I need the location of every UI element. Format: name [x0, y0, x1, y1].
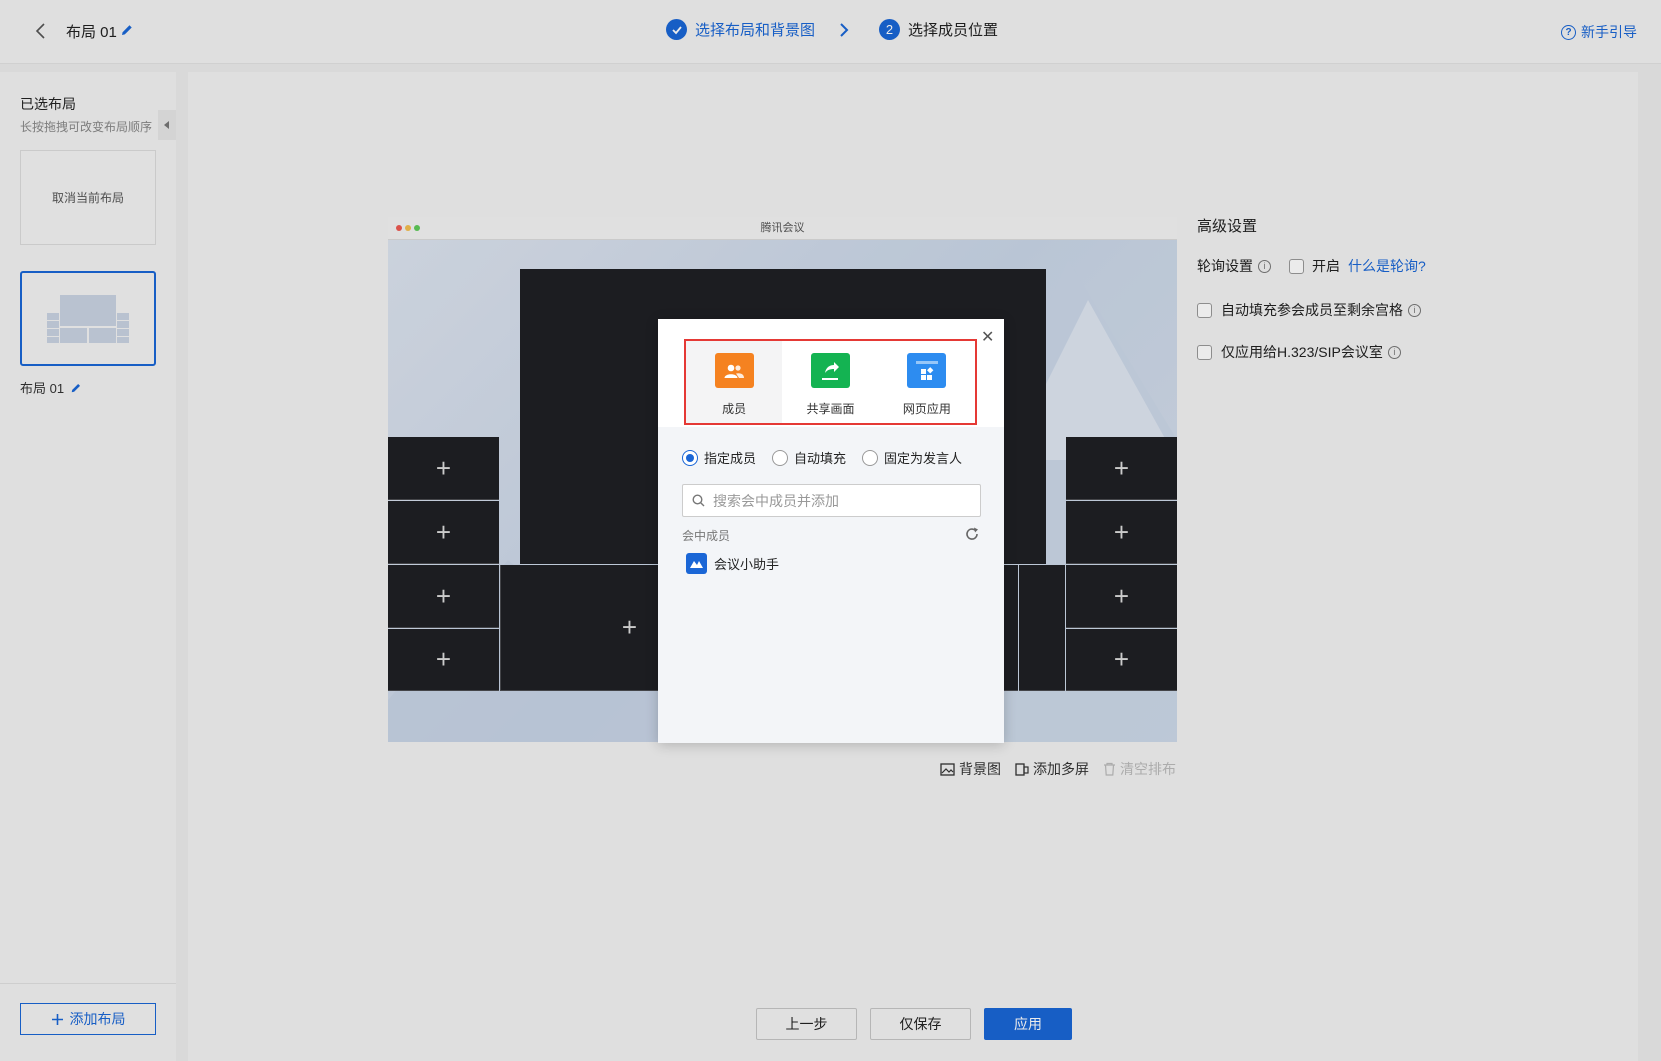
radio-unselected[interactable] [862, 449, 879, 466]
mode-label: 自动填充 [794, 451, 847, 466]
avatar [686, 553, 707, 574]
share-screen-icon [810, 353, 850, 388]
mode-label: 固定为发言人 [884, 451, 963, 466]
tab-members-label: 成员 [722, 402, 747, 416]
tab-web-app-label: 网页应用 [902, 402, 951, 416]
member-list-item[interactable]: 会议小助手 [686, 553, 779, 574]
tab-web-app[interactable]: 网页应用 [879, 341, 975, 423]
fill-mode-options: 指定成员 自动填充 固定为发言人 [682, 448, 962, 467]
close-icon[interactable]: ✕ [981, 327, 994, 347]
mode-auto-fill[interactable]: 自动填充 [772, 448, 846, 467]
refresh-icon[interactable] [964, 526, 980, 542]
members-icon [714, 353, 754, 388]
web-app-icon [907, 353, 947, 388]
source-tabs: 成员 共享画面 网页应用 [684, 339, 977, 425]
search-icon [692, 494, 705, 507]
radio-unselected[interactable] [772, 449, 789, 466]
tab-share-screen[interactable]: 共享画面 [782, 341, 878, 423]
mode-specify-member[interactable]: 指定成员 [682, 448, 756, 467]
mode-fixed-speaker[interactable]: 固定为发言人 [862, 448, 962, 467]
in-meeting-members-label: 会中成员 [682, 529, 731, 543]
search-placeholder: 搜索会中成员并添加 [713, 492, 839, 509]
member-search-input[interactable]: 搜索会中成员并添加 [682, 484, 981, 517]
member-picker-dialog: ✕ 成员 共享画面 网页应用 指定成员 自动填充 固定为发言人 搜索会中成员并添… [658, 319, 1004, 743]
radio-selected[interactable] [682, 449, 698, 466]
tab-share-screen-label: 共享画面 [806, 402, 855, 416]
tab-members[interactable]: 成员 [686, 341, 783, 423]
member-name: 会议小助手 [714, 557, 780, 572]
mode-label: 指定成员 [704, 451, 757, 466]
